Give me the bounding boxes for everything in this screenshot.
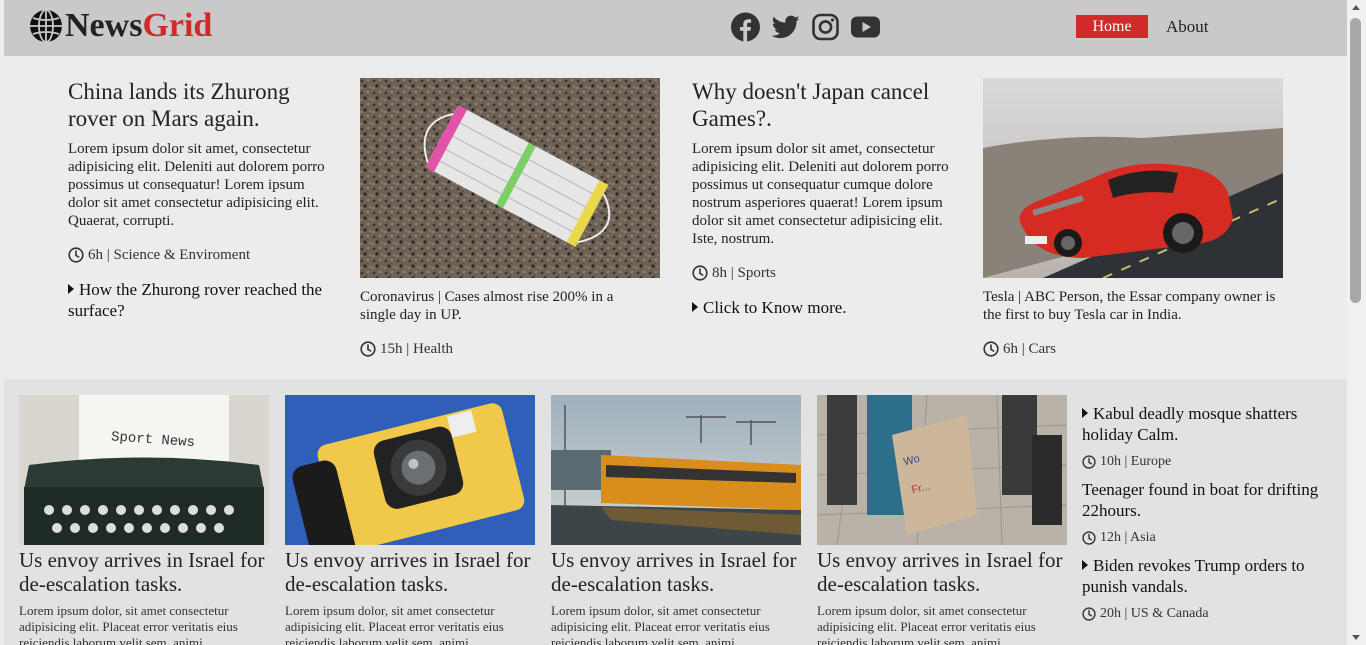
side-story-2-title: Teenager found in boat for drifting 22ho… — [1082, 480, 1319, 520]
scroll-down-arrow-icon[interactable] — [1352, 635, 1360, 640]
side-story-1-meta-text: 10h | Europe — [1100, 454, 1172, 469]
card-3-body: Lorem ipsum dolor, sit amet consectetur … — [551, 603, 770, 645]
clock-icon — [1082, 531, 1096, 545]
main-nav: Home About — [1076, 15, 1209, 38]
clock-icon — [692, 265, 708, 281]
car-image[interactable] — [983, 78, 1283, 278]
article-1-link[interactable]: How the Zhurong rover reached the surfac… — [68, 279, 328, 321]
site-logo[interactable]: NewsGrid — [28, 6, 212, 46]
article-4-meta: 6h | Cars — [983, 340, 1056, 358]
article-1-title[interactable]: China lands its Zhurong rover on Mars ag… — [68, 78, 338, 132]
caret-right-icon — [1082, 560, 1088, 570]
nav-home-link[interactable]: Home — [1076, 15, 1148, 38]
article-4-meta-text: 6h | Cars — [1003, 341, 1056, 357]
site-header: NewsGrid Home About — [4, 0, 1347, 56]
nav-about-link[interactable]: About — [1166, 15, 1209, 38]
twitter-icon[interactable] — [770, 12, 801, 42]
camera-image[interactable] — [285, 395, 535, 545]
article-4-caption[interactable]: Tesla | ABC Person, the Essar company ow… — [983, 288, 1283, 324]
article-3-body: Lorem ipsum dolor sit amet, consectetur … — [692, 141, 949, 247]
side-story-3[interactable]: Biden revokes Trump orders to punish van… — [1082, 555, 1332, 597]
card-1-title[interactable]: Us envoy arrives in Israel for de-escala… — [19, 548, 269, 596]
card-2-title[interactable]: Us envoy arrives in Israel for de-escala… — [285, 548, 535, 596]
article-2-meta: 15h | Health — [360, 340, 453, 358]
article-1-meta: 6h | Science & Enviroment — [68, 246, 250, 264]
top-stories: China lands its Zhurong rover on Mars ag… — [4, 56, 1347, 379]
caret-right-icon — [68, 284, 74, 294]
train-image[interactable] — [551, 395, 801, 545]
clock-icon — [68, 247, 84, 263]
article-3-link-text: Click to Know more. — [703, 298, 847, 317]
card-2-body: Lorem ipsum dolor, sit amet consectetur … — [285, 603, 504, 645]
card-3-title[interactable]: Us envoy arrives in Israel for de-escala… — [551, 548, 801, 596]
article-2-meta-text: 15h | Health — [380, 341, 453, 357]
scroll-up-arrow-icon[interactable] — [1352, 5, 1360, 10]
clock-icon — [360, 341, 376, 357]
caret-right-icon — [692, 302, 698, 312]
article-3-meta-text: 8h | Sports — [712, 265, 776, 281]
side-story-3-meta-text: 20h | US & Canada — [1100, 606, 1209, 621]
clock-icon — [983, 341, 999, 357]
logo-text: NewsGrid — [65, 6, 212, 46]
globe-icon — [30, 9, 62, 43]
clock-icon — [1082, 607, 1096, 621]
side-story-2[interactable]: Teenager found in boat for drifting 22ho… — [1082, 479, 1332, 521]
side-story-2-meta-text: 12h | Asia — [1100, 530, 1156, 545]
article-3-meta: 8h | Sports — [692, 264, 776, 282]
scroll-thumb[interactable] — [1350, 18, 1361, 303]
card-4-title[interactable]: Us envoy arrives in Israel for de-escala… — [817, 548, 1067, 596]
article-1-meta-text: 6h | Science & Enviroment — [88, 247, 251, 263]
more-news: Sport News Us envoy arrives in Israel fo… — [4, 379, 1347, 645]
side-story-1-meta: 10h | Europe — [1082, 454, 1171, 470]
card-4-body: Lorem ipsum dolor, sit amet consectetur … — [817, 603, 1036, 645]
logo-news: News — [65, 7, 143, 44]
logo-grid: Grid — [142, 7, 213, 44]
social-links — [730, 12, 890, 42]
side-story-1[interactable]: Kabul deadly mosque shatters holiday Cal… — [1082, 403, 1332, 445]
instagram-icon[interactable] — [810, 12, 841, 42]
mask-image[interactable] — [360, 78, 660, 278]
article-3-title[interactable]: Why doesn't Japan cancel Games?. — [692, 78, 962, 132]
typewriter-image[interactable]: Sport News — [19, 395, 269, 545]
protest-image[interactable]: Wo Fr... — [817, 395, 1067, 545]
side-story-3-title: Biden revokes Trump orders to punish van… — [1082, 556, 1305, 596]
card-1-body: Lorem ipsum dolor, sit amet consectetur … — [19, 603, 238, 645]
youtube-icon[interactable] — [850, 12, 881, 42]
clock-icon — [1082, 455, 1096, 469]
side-story-2-meta: 12h | Asia — [1082, 530, 1156, 546]
article-3-link[interactable]: Click to Know more. — [692, 297, 952, 318]
side-story-1-title: Kabul deadly mosque shatters holiday Cal… — [1082, 404, 1298, 444]
vertical-scrollbar[interactable] — [1347, 0, 1366, 645]
caret-right-icon — [1082, 408, 1088, 418]
side-story-3-meta: 20h | US & Canada — [1082, 606, 1209, 622]
facebook-icon[interactable] — [730, 12, 761, 42]
article-1-link-text: How the Zhurong rover reached the surfac… — [68, 280, 323, 320]
article-1-body: Lorem ipsum dolor sit amet, consectetur … — [68, 141, 325, 229]
article-2-caption[interactable]: Coronavirus | Cases almost rise 200% in … — [360, 288, 650, 324]
